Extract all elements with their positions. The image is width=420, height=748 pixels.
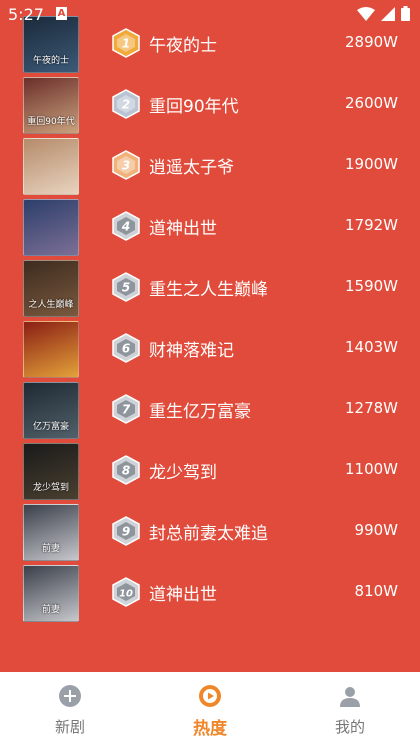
battery-icon	[401, 6, 410, 21]
drama-poster[interactable]: 重回90年代	[23, 77, 79, 134]
rank-badge-icon: 1	[111, 28, 141, 58]
play-circle-icon	[198, 684, 222, 708]
drama-title[interactable]: 道神出世	[149, 214, 217, 239]
view-count: 1900W	[344, 155, 398, 173]
view-count: 2600W	[344, 94, 398, 112]
person-icon	[338, 684, 362, 708]
rank-badge-icon: 4	[111, 211, 141, 241]
drama-poster[interactable]: 之人生巅峰	[23, 260, 79, 317]
ranking-row[interactable]: 亿万富豪 7 重生亿万富豪 1278W	[0, 380, 420, 441]
drama-title[interactable]: 午夜的士	[149, 31, 217, 56]
drama-title[interactable]: 财神落难记	[149, 336, 234, 361]
rank-number: 4	[121, 220, 130, 234]
rank-number: 9	[122, 525, 130, 539]
drama-title[interactable]: 重回90年代	[149, 92, 239, 117]
rank-badge-icon: 7	[111, 394, 141, 424]
rank-number: 8	[122, 464, 130, 478]
rank-number: 6	[122, 342, 130, 356]
rank-badge-icon: 9	[111, 516, 141, 546]
signal-icon	[381, 6, 395, 21]
tab-popular[interactable]: 热度	[140, 672, 280, 748]
ranking-list: 午夜的士 1 午夜的士 2890W 重回90年代 2 重回90年代 2600W 3 逍遥太子爷 19…	[0, 14, 420, 624]
view-count: 1278W	[344, 399, 398, 417]
rank-badge-icon: 8	[111, 455, 141, 485]
drama-poster[interactable]: 亿万富豪	[23, 382, 79, 439]
rank-badge-icon: 6	[111, 333, 141, 363]
ranking-row[interactable]: 龙少驾到 8 龙少驾到 1100W	[0, 441, 420, 502]
poster-title-art: 亿万富豪	[32, 422, 69, 432]
poster-title-art: 前妻	[41, 605, 60, 615]
poster-title-art: 重回90年代	[27, 117, 75, 127]
drama-title[interactable]: 封总前妻太难追	[149, 519, 268, 544]
rank-number: 5	[122, 281, 130, 295]
poster-title-art: 前妻	[41, 544, 60, 554]
drama-poster[interactable]: 前妻	[23, 565, 79, 622]
wifi-icon	[357, 6, 375, 21]
ranking-row[interactable]: 3 逍遥太子爷 1900W	[0, 136, 420, 197]
tab-label: 新剧	[54, 718, 85, 736]
ranking-row[interactable]: 前妻 10 道神出世 810W	[0, 563, 420, 624]
poster-title-art: 午夜的士	[32, 56, 69, 66]
ranking-row[interactable]: 前妻 9 封总前妻太难追 990W	[0, 502, 420, 563]
drama-title[interactable]: 重生之人生巅峰	[149, 275, 268, 300]
ranking-row[interactable]: 4 道神出世 1792W	[0, 197, 420, 258]
drama-title[interactable]: 龙少驾到	[149, 458, 217, 483]
rank-number: 1	[122, 37, 130, 51]
view-count: 1792W	[344, 216, 398, 234]
rank-number: 7	[122, 403, 131, 417]
drama-title[interactable]: 道神出世	[149, 580, 217, 605]
ranking-row[interactable]: 之人生巅峰 5 重生之人生巅峰 1590W	[0, 258, 420, 319]
bottom-tab-bar: 新剧 热度 我的	[0, 672, 420, 748]
rank-badge-icon: 2	[111, 89, 141, 119]
view-count: 1590W	[344, 277, 398, 295]
plus-circle-icon	[58, 684, 82, 708]
poster-title-art: 龙少驾到	[32, 483, 69, 493]
rank-number: 10	[119, 589, 133, 600]
rank-badge-icon: 5	[111, 272, 141, 302]
ranking-row[interactable]: 重回90年代 2 重回90年代 2600W	[0, 75, 420, 136]
view-count: 2890W	[344, 33, 398, 51]
view-count: 990W	[354, 521, 398, 539]
notification-a-icon: A	[56, 7, 67, 20]
tab-new-dramas[interactable]: 新剧	[0, 672, 140, 748]
view-count: 1100W	[344, 460, 398, 478]
status-icons	[357, 6, 410, 21]
ranking-row[interactable]: 6 财神落难记 1403W	[0, 319, 420, 380]
view-count: 1403W	[344, 338, 398, 356]
rank-number: 2	[122, 98, 130, 112]
drama-title[interactable]: 重生亿万富豪	[149, 397, 251, 422]
drama-poster[interactable]: 龙少驾到	[23, 443, 79, 500]
rank-badge-icon: 3	[111, 150, 141, 180]
status-time: 5:27	[8, 5, 44, 24]
status-bar: 5:27 A	[0, 0, 420, 30]
tab-label: 热度	[193, 719, 227, 739]
tab-label: 我的	[334, 718, 365, 736]
drama-poster[interactable]: 前妻	[23, 504, 79, 561]
rank-number: 3	[122, 159, 130, 173]
poster-title-art: 之人生巅峰	[28, 300, 74, 310]
view-count: 810W	[354, 582, 398, 600]
drama-poster[interactable]	[23, 321, 79, 378]
drama-poster[interactable]	[23, 199, 79, 256]
rank-badge-icon: 10	[111, 577, 141, 607]
drama-poster[interactable]	[23, 138, 79, 195]
tab-mine[interactable]: 我的	[280, 672, 420, 748]
drama-title[interactable]: 逍遥太子爷	[149, 153, 234, 178]
